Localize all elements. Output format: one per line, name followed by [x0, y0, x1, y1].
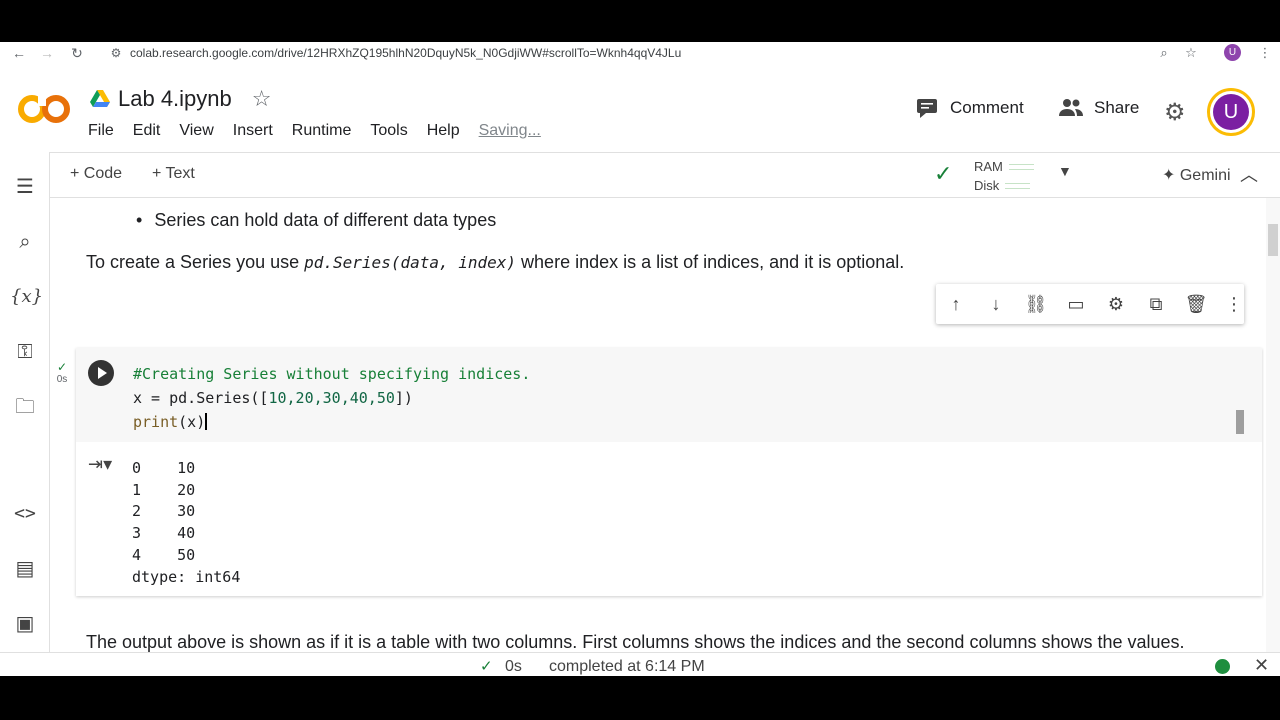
notebook-title[interactable]: Lab 4.ipynb [118, 86, 232, 112]
runtime-status-dot[interactable] [1215, 659, 1230, 674]
cell-done-check-icon: ✓ [56, 360, 68, 374]
page-scroll-thumb[interactable] [1268, 224, 1278, 256]
delete-trash-icon[interactable]: 🗑 [1184, 292, 1208, 316]
site-info-icon[interactable]: ⚙ [108, 45, 124, 61]
reload-icon[interactable]: ↻ [68, 44, 86, 62]
inline-code: pd.Series(data, index) [304, 253, 517, 272]
text-cursor [205, 413, 208, 430]
disk-bar [1005, 182, 1031, 189]
link-icon[interactable]: ⛓ [1024, 292, 1048, 316]
disk-label: Disk [974, 178, 1000, 193]
move-up-icon[interactable]: ↑ [944, 292, 968, 316]
settings-gear-icon[interactable]: ⚙ [1164, 98, 1186, 127]
connected-check-icon: ✓ [934, 161, 953, 186]
command-palette-icon[interactable]: ▤ [10, 554, 40, 584]
back-icon[interactable]: ← [10, 44, 28, 62]
forward-icon[interactable]: → [38, 44, 56, 62]
table-of-contents-icon[interactable]: ☰ [10, 172, 40, 202]
runtime-dropdown-icon[interactable]: ▼ [1058, 163, 1072, 179]
comment-button[interactable]: Comment [916, 98, 1024, 118]
status-completed-text: completed at 6:14 PM [549, 658, 705, 675]
close-icon[interactable]: ✕ [1254, 655, 1269, 676]
notebook-title-row: Lab 4.ipynb ☆ [90, 84, 272, 114]
output-text: 0 10 1 20 2 30 3 40 4 50 dtype: int64 [132, 459, 241, 586]
notebook-toolbar: + Code + Text ✓ RAM Disk ▼ ✦ Gemini ︿ [50, 152, 1280, 198]
user-avatar[interactable]: U [1207, 88, 1255, 136]
code-editor[interactable]: #Creating Series without specifying indi… [76, 348, 1262, 442]
resource-monitor[interactable]: RAM Disk [974, 157, 1034, 195]
menu-file[interactable]: File [88, 122, 114, 140]
menu-edit[interactable]: Edit [133, 122, 161, 140]
gemini-spark-icon: ✦ [1162, 167, 1176, 184]
cell-toolbar: ↑ ↓ ⛓ ▭ ⚙ ⧉ 🗑 ⋮ [936, 284, 1244, 324]
status-check-icon: ✓ [480, 658, 493, 675]
google-drive-icon[interactable] [90, 90, 110, 108]
code-snippets-icon[interactable]: <> [10, 499, 40, 529]
gemini-label: Gemini [1179, 167, 1231, 184]
star-icon[interactable]: ☆ [252, 86, 272, 112]
terminal-icon[interactable]: ▣ [10, 609, 40, 639]
add-text-button[interactable]: + Text [152, 165, 195, 183]
text-paragraph: To create a Series you use pd.Series(dat… [86, 252, 905, 272]
browser-window: ← → ↻ ⚙ colab.research.google.com/drive/… [0, 42, 1280, 676]
add-code-button[interactable]: + Code [70, 165, 122, 183]
left-sidebar: ☰ ⌕ {x} ⚿ 🗀 <> ▤ ▣ [0, 152, 50, 676]
comment-label: Comment [950, 98, 1024, 117]
code-comment: #Creating Series without specifying indi… [133, 365, 531, 383]
run-cell-button[interactable] [88, 360, 114, 386]
url-text[interactable]: colab.research.google.com/drive/12HRXhZQ… [130, 46, 681, 60]
colab-logo[interactable] [18, 94, 70, 124]
code-cell[interactable]: #Creating Series without specifying indi… [76, 348, 1262, 596]
browser-menu-icon[interactable]: ⋮ [1256, 44, 1274, 62]
notebook-content: Series can hold data of different data t… [50, 198, 1264, 676]
output-actions-icon[interactable]: ⇥▾ [88, 454, 116, 478]
menu-help[interactable]: Help [427, 122, 460, 140]
browser-profile-avatar[interactable]: U [1224, 44, 1241, 61]
cell-scrollbar[interactable] [1236, 410, 1244, 434]
code-lines[interactable]: #Creating Series without specifying indi… [133, 362, 530, 434]
files-folder-icon[interactable]: 🗀 [10, 392, 40, 422]
saving-status[interactable]: Saving... [479, 122, 541, 140]
menu-tools[interactable]: Tools [370, 122, 407, 140]
more-options-icon[interactable]: ⋮ [1222, 292, 1246, 316]
add-comment-icon[interactable]: ▭ [1064, 292, 1088, 316]
menu-bar: File Edit View Insert Runtime Tools Help… [88, 122, 560, 140]
list-item: Series can hold data of different data t… [136, 210, 496, 231]
variables-icon[interactable]: {x} [10, 282, 43, 312]
move-down-icon[interactable]: ↓ [984, 292, 1008, 316]
cell-settings-gear-icon[interactable]: ⚙ [1104, 292, 1128, 316]
menu-view[interactable]: View [179, 122, 213, 140]
frame: ← → ↻ ⚙ colab.research.google.com/drive/… [0, 0, 1280, 720]
gemini-button[interactable]: ✦ Gemini [1162, 165, 1231, 185]
page-scrollbar[interactable] [1266, 198, 1280, 676]
cell-execution-status: ✓ 0s [54, 360, 70, 385]
search-icon[interactable]: ⌕ [10, 227, 40, 257]
menu-insert[interactable]: Insert [233, 122, 273, 140]
menu-runtime[interactable]: Runtime [292, 122, 352, 140]
share-label: Share [1094, 98, 1140, 117]
secrets-key-icon[interactable]: ⚿ [10, 337, 40, 367]
ram-bar [1008, 163, 1034, 170]
ram-label: RAM [974, 159, 1003, 174]
share-button[interactable]: Share [1058, 98, 1139, 118]
zoom-icon[interactable]: ⌕ [1155, 44, 1173, 62]
bookmark-star-icon[interactable]: ☆ [1182, 44, 1200, 62]
status-bar: ✓ 0s completed at 6:14 PM ✕ [0, 652, 1280, 676]
cell-execution-time: 0s [56, 374, 68, 385]
collapse-header-icon[interactable]: ︿ [1240, 161, 1258, 187]
status-exec-time: 0s [505, 658, 522, 675]
people-icon [1059, 99, 1083, 116]
user-avatar-initial: U [1213, 94, 1249, 130]
mirror-cell-icon[interactable]: ⧉ [1144, 292, 1168, 316]
comment-icon [917, 99, 937, 118]
cell-output: ⇥▾ 0 10 1 20 2 30 3 40 4 50 dtype: int64 [76, 444, 1262, 596]
browser-url-bar: ← → ↻ ⚙ colab.research.google.com/drive/… [0, 42, 1280, 64]
